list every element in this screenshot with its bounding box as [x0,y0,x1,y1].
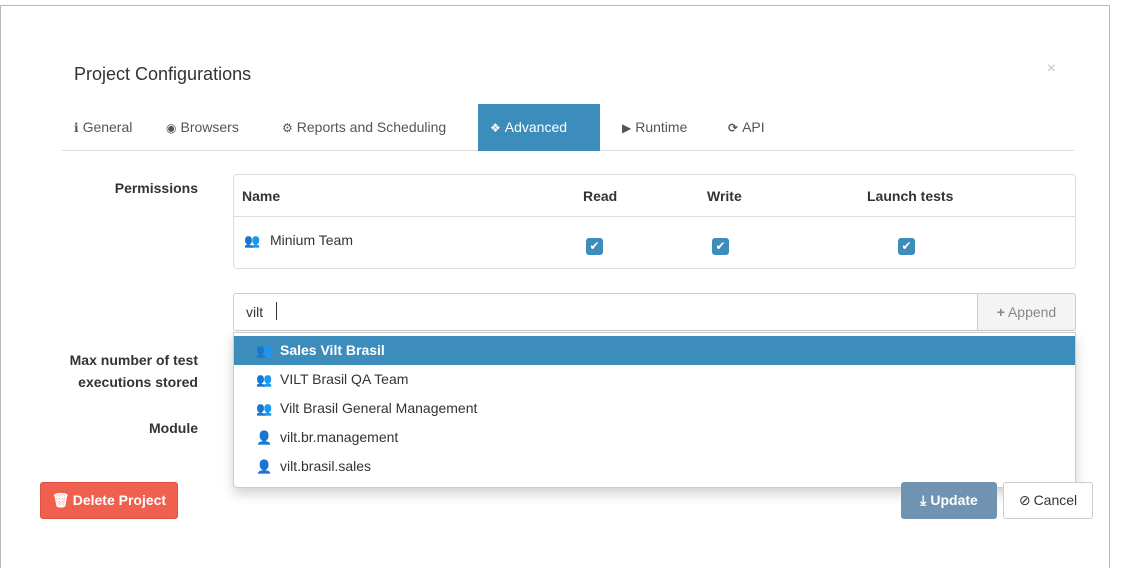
config-tabs: i General ◉ Browsers ⚙ Reports and Scheduli… [62,104,1074,151]
plus-icon: + [996,304,1005,320]
list-item-label: vilt.br.management [280,429,399,445]
max-executions-label-line2: executions stored [78,374,198,390]
users-icon: 👥 [256,372,273,387]
list-item[interactable]: 👥 Vilt Brasil General Management [234,394,1075,423]
play-icon: ▶ [622,121,632,135]
modal-title: Project Configurations [74,64,252,84]
append-button[interactable]: + Append [977,293,1076,331]
permissions-table-header: Name Read Write Launch tests [234,175,1075,217]
window-frame-left [0,5,1,568]
module-label: Module [149,420,198,436]
list-item-label: VILT Brasil QA Team [280,371,409,387]
read-checkbox[interactable]: ✔ [586,238,603,255]
max-executions-label-line1: Max number of test [69,352,198,368]
column-header-write: Write [707,188,742,204]
delete-project-label: Delete Project [72,492,167,508]
update-label: Update [930,492,978,508]
window-frame-top [0,5,1110,6]
refresh-icon: ⟳ [728,121,739,135]
ban-icon: ⊘ [1018,492,1031,508]
gears-icon: ⚙ [282,121,293,135]
column-header-name: Name [242,188,281,204]
users-icon: 👥 [244,233,261,248]
row-name: Minium Team [270,232,353,248]
tab-label: General [82,119,133,135]
cancel-button[interactable]: ⊘ Cancel [1003,482,1093,519]
tab-label: Runtime [635,119,688,135]
text-caret [276,302,277,320]
tab-label: Browsers [180,119,239,135]
write-checkbox[interactable]: ✔ [712,238,729,255]
permissions-label: Permissions [114,180,198,196]
tab-label: Reports and Scheduling [296,119,447,135]
tab-label: Advanced [504,119,568,135]
cancel-label: Cancel [1033,492,1078,508]
max-executions-label: Max number of test executions stored [48,349,198,393]
user-icon: 👤 [256,430,273,445]
tab-reports-and-scheduling[interactable]: ⚙ Reports and Scheduling [270,104,458,151]
list-item[interactable]: 👤 vilt.br.management [234,423,1075,452]
tab-advanced[interactable]: ❖ Advanced [478,104,600,151]
launch-tests-checkbox[interactable]: ✔ [898,238,915,255]
globe-icon: ◉ [166,121,177,135]
autocomplete-dropdown: 👥 Sales Vilt Brasil 👥 VILT Brasil QA Team … [233,332,1076,488]
update-button[interactable]: ⤓ Update [901,482,997,519]
delete-project-button[interactable]: 🗑 Delete Project [40,482,178,519]
tab-runtime[interactable]: ▶ Runtime [610,104,699,151]
list-item-label: Sales Vilt Brasil [280,342,385,358]
info-icon: i [74,121,79,135]
tab-api[interactable]: ⟳ API [716,104,777,151]
user-icon: 👤 [256,459,273,474]
permission-search-input[interactable] [233,293,978,331]
tab-browsers[interactable]: ◉ Browsers [154,104,251,151]
list-item[interactable]: 👤 vilt.brasil.sales [234,452,1075,481]
list-item[interactable]: 👥 VILT Brasil QA Team [234,365,1075,394]
list-item[interactable]: 👥 Sales Vilt Brasil [234,336,1075,365]
tab-general[interactable]: i General [62,104,144,151]
tab-label: API [742,119,765,135]
close-icon[interactable]: × [1047,60,1056,78]
users-icon: 👥 [256,401,273,416]
users-icon: 👥 [256,343,273,358]
list-item-label: vilt.brasil.sales [280,458,372,474]
append-label: Append [1007,304,1057,320]
download-icon: ⤓ [920,492,927,508]
column-header-read: Read [583,188,618,204]
cubes-icon: ❖ [490,121,501,135]
list-item-label: Vilt Brasil General Management [280,400,478,416]
trash-icon: 🗑 [51,492,70,508]
permissions-table: Name Read Write Launch tests 👥 Minium Te… [233,174,1076,269]
project-configurations-modal: Project Configurations × i General ◉ Brows… [38,40,1098,540]
window-frame-right [1109,5,1110,568]
column-header-launch-tests: Launch tests [867,188,954,204]
